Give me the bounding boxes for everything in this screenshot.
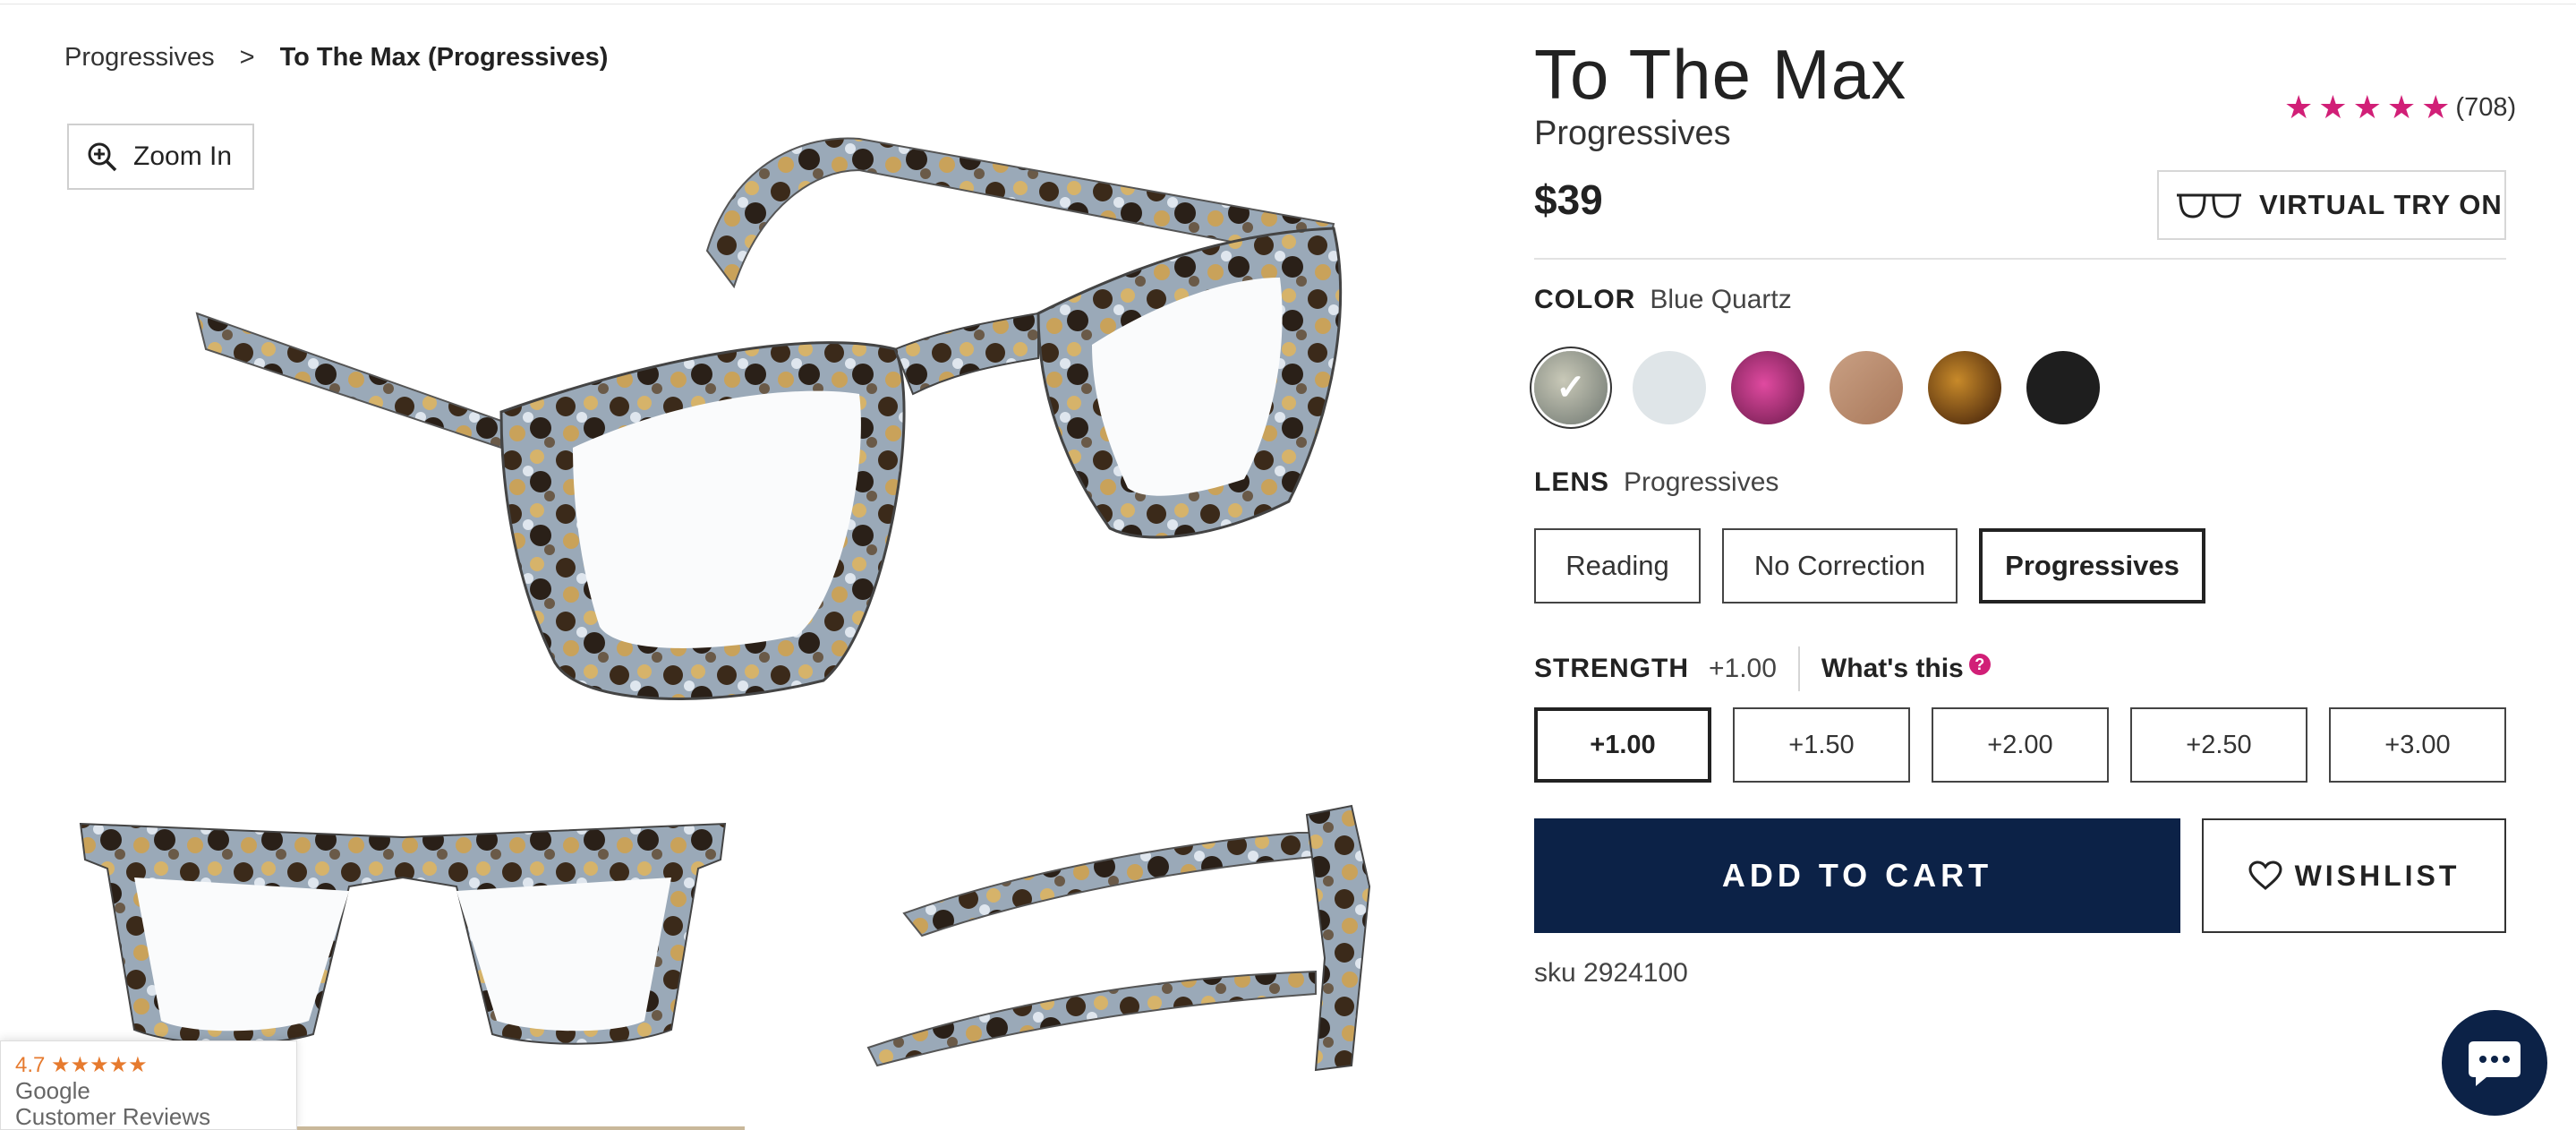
- lens-option-no-correction[interactable]: No Correction: [1722, 528, 1958, 604]
- divider: [1534, 258, 2506, 260]
- google-customer-reviews-label: Customer Reviews: [15, 1103, 211, 1130]
- star-icon: ★: [2284, 89, 2314, 125]
- zoom-in-icon: [88, 142, 117, 172]
- heart-icon: [2248, 860, 2282, 890]
- product-subtitle: Progressives: [1534, 115, 1731, 152]
- strength-option-1-50[interactable]: +1.50: [1733, 707, 1910, 783]
- breadcrumb-current: To The Max (Progressives): [279, 43, 609, 72]
- star-icon: ★: [2386, 89, 2417, 125]
- breadcrumb-link-progressives[interactable]: Progressives: [64, 43, 215, 73]
- add-to-cart-button[interactable]: ADD TO CART: [1534, 818, 2180, 933]
- lens-label: LENS: [1534, 467, 1610, 497]
- strength-label-row: STRENGTH +1.00 What's this ?: [1534, 646, 1991, 691]
- google-rating: 4.7 ★★★★★: [15, 1053, 148, 1077]
- color-selected: Blue Quartz: [1650, 285, 1792, 314]
- strength-label: STRENGTH: [1534, 654, 1689, 683]
- color-swatch-tan[interactable]: [1830, 351, 1903, 424]
- lens-option-progressives[interactable]: Progressives: [1979, 528, 2205, 604]
- product-price: $39: [1534, 176, 1603, 223]
- product-image-side[interactable]: [850, 779, 1387, 1083]
- color-label: COLOR: [1534, 285, 1636, 314]
- star-icon: ★: [2421, 89, 2451, 125]
- wishlist-button[interactable]: WISHLIST: [2202, 818, 2506, 933]
- chat-button[interactable]: [2442, 1010, 2547, 1116]
- star-icon: ★: [2352, 89, 2382, 125]
- strength-option-1-00[interactable]: +1.00: [1534, 707, 1711, 783]
- google-stars-icon: ★★★★★: [51, 1053, 148, 1077]
- strength-options: +1.00 +1.50 +2.00 +2.50 +3.00: [1534, 707, 2506, 783]
- whats-this-link[interactable]: What's this ?: [1821, 654, 1991, 684]
- wishlist-label: WISHLIST: [2294, 859, 2461, 892]
- strength-option-2-50[interactable]: +2.50: [2130, 707, 2307, 783]
- google-label: Google: [15, 1077, 90, 1104]
- star-icon: ★: [2318, 89, 2348, 125]
- google-reviews-badge[interactable]: 4.7 ★★★★★ Google Customer Reviews: [0, 1040, 297, 1130]
- color-swatch-blue-quartz[interactable]: ✓: [1534, 351, 1608, 424]
- lens-selected: Progressives: [1624, 467, 1779, 497]
- lens-label-row: LENS Progressives: [1534, 467, 1778, 498]
- strength-option-2-00[interactable]: +2.00: [1932, 707, 2109, 783]
- virtual-try-on-button[interactable]: VIRTUAL TRY ON: [2157, 170, 2506, 240]
- breadcrumb: Progressives > To The Max (Progressives): [64, 43, 608, 73]
- color-swatch-black[interactable]: [2026, 351, 2100, 424]
- color-swatches: ✓: [1534, 351, 2100, 424]
- virtual-try-on-label: VIRTUAL TRY ON: [2259, 189, 2503, 220]
- product-sku: sku 2924100: [1534, 958, 1688, 988]
- strength-selected: +1.00: [1709, 654, 1777, 683]
- color-swatch-pink[interactable]: [1731, 351, 1804, 424]
- whats-this-label: What's this: [1821, 654, 1964, 683]
- color-label-row: COLOR Blue Quartz: [1534, 285, 1792, 315]
- product-rating[interactable]: ★ ★ ★ ★ ★ (708): [2284, 91, 2516, 124]
- check-icon: ✓: [1556, 368, 1586, 407]
- color-swatch-clear[interactable]: [1633, 351, 1706, 424]
- product-image-front[interactable]: [72, 806, 734, 1066]
- help-icon: ?: [1968, 654, 1991, 675]
- separator: [1797, 646, 1800, 691]
- product-image-angled[interactable]: [179, 125, 1361, 734]
- glasses-icon: [2177, 193, 2241, 218]
- review-count: (708): [2455, 92, 2517, 122]
- chat-bubble-icon: [2469, 1041, 2521, 1086]
- breadcrumb-separator: >: [239, 43, 255, 72]
- color-swatch-tortoise[interactable]: [1928, 351, 2001, 424]
- product-title: To The Max: [1534, 35, 1907, 114]
- lens-options: Reading No Correction Progressives: [1534, 528, 2205, 604]
- top-border: [0, 0, 2576, 4]
- strength-option-3-00[interactable]: +3.00: [2329, 707, 2506, 783]
- lens-option-reading[interactable]: Reading: [1534, 528, 1701, 604]
- bottom-strip: [297, 1126, 745, 1130]
